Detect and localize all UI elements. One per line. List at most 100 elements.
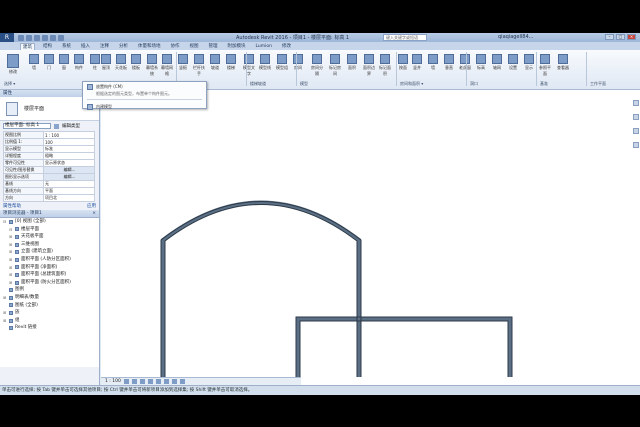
property-value[interactable]: 1 : 100 [43, 131, 95, 139]
expand-toggle-icon[interactable]: ⊞ [9, 279, 13, 287]
tab-1[interactable]: 结构 [41, 43, 54, 49]
tab-10[interactable]: 附加模块 [226, 43, 248, 49]
ramp-button[interactable]: 坡道 [208, 54, 222, 71]
ceiling-button[interactable]: 天花板 [114, 54, 128, 71]
grid-button[interactable]: 轴网 [490, 54, 504, 71]
tab-9[interactable]: 管理 [207, 43, 220, 49]
wall-button[interactable]: 墙 [27, 54, 41, 71]
roof-button[interactable]: 屋顶 [99, 54, 113, 71]
drawing-area[interactable] [101, 90, 640, 385]
view-scale[interactable]: 1 : 100 [105, 379, 121, 384]
tree-item[interactable]: ⊞ 面积平面 (防火分区面积) [0, 279, 99, 287]
stair-button[interactable]: 楼梯 [224, 54, 238, 71]
crop-view-icon[interactable] [155, 379, 161, 384]
application-menu-button[interactable]: R [0, 33, 14, 42]
shaft-button[interactable]: 竖井 [410, 54, 424, 71]
expand-toggle-icon[interactable]: ⊞ [3, 317, 7, 325]
tree-item[interactable]: ⊞ 明细表/数量 [0, 294, 99, 302]
property-value[interactable]: 粗略 [43, 152, 95, 160]
tab-6[interactable]: 体量和场地 [136, 43, 163, 49]
dormer-button[interactable]: 老虎窗 [458, 54, 472, 71]
ref-plane-button[interactable]: 参照平面 [538, 54, 552, 77]
tab-11[interactable]: Lumion [254, 44, 275, 49]
property-value[interactable]: 编辑... [43, 166, 95, 174]
expand-toggle-icon[interactable]: ⊞ [9, 256, 13, 264]
user-account[interactable]: qiaqiagell84... [498, 34, 533, 40]
floor-button[interactable]: 楼板 [129, 54, 143, 71]
apply-button[interactable]: 应用 [87, 203, 96, 209]
measure-icon[interactable] [58, 34, 64, 41]
vertical-button[interactable]: 垂直 [442, 54, 456, 71]
room-separator-button[interactable]: 房间分隔 [310, 54, 324, 77]
door-button[interactable]: 门 [42, 54, 56, 71]
tree-item[interactable]: ⊟ [0] 视图 (全部) [0, 218, 99, 226]
tree-item[interactable]: ⊞ 立面 (建筑立面) [0, 248, 99, 256]
opening-wall-button[interactable]: 墙 [426, 54, 440, 71]
tree-item[interactable]: ⊞ 三维视图 [0, 241, 99, 249]
undo-icon[interactable] [34, 34, 40, 41]
expand-toggle-icon[interactable]: ⊞ [9, 264, 13, 272]
redo-icon[interactable] [42, 34, 48, 41]
ribbon-panel-label[interactable]: 工作平面 [590, 81, 606, 87]
property-value[interactable]: 项目北 [43, 194, 95, 202]
tab-4[interactable]: 注释 [98, 43, 111, 49]
modify-button[interactable]: 修改 [6, 54, 20, 75]
tab-2[interactable]: 系统 [60, 43, 73, 49]
tree-item[interactable]: ⊞ 面积平面 (人防分区面积) [0, 256, 99, 264]
area-boundary-button[interactable]: 面积边界 [362, 54, 376, 77]
properties-help-link[interactable]: 属性帮助 [3, 203, 21, 209]
menu-item-model-in-place[interactable]: 内建模型 [83, 102, 206, 112]
tag-room-button[interactable]: 标记房间 [328, 54, 342, 77]
model-line-button[interactable]: 模型线 [258, 54, 272, 71]
show-button[interactable]: 显示 [522, 54, 536, 71]
save-icon[interactable] [26, 34, 32, 41]
tree-item[interactable]: 图纸 (全部) [0, 302, 99, 310]
room-button[interactable]: 房间 [291, 54, 305, 71]
maximize-button[interactable]: □ [616, 34, 625, 40]
full-navigation-wheel-icon[interactable] [633, 100, 639, 106]
component-button[interactable]: 构件 [72, 54, 86, 71]
ribbon-panel-label[interactable]: 房间和面积 ▾ [400, 81, 423, 87]
viewer-button[interactable]: 查看器 [556, 54, 570, 71]
orbit-icon[interactable] [633, 142, 639, 148]
temporary-hide-icon[interactable] [171, 379, 177, 384]
edit-type-button[interactable]: 编辑类型 [62, 123, 80, 129]
tree-item[interactable]: Revit 链接 [0, 324, 99, 332]
visual-style-icon[interactable] [131, 379, 137, 384]
model-group-button[interactable]: 模型组 [275, 54, 289, 71]
tab-0[interactable]: 建筑 [20, 42, 35, 50]
search-input[interactable]: 键入关键字或短语 [383, 34, 427, 41]
tree-item[interactable]: 图例 [0, 286, 99, 294]
expand-toggle-icon[interactable]: ⊞ [3, 294, 7, 302]
property-value[interactable]: 无 [43, 180, 95, 188]
expand-toggle-icon[interactable]: ⊞ [9, 271, 13, 279]
print-icon[interactable] [50, 34, 56, 41]
expand-toggle-icon[interactable]: ⊞ [9, 233, 13, 241]
ribbon-panel-label[interactable]: 模型 [300, 81, 308, 87]
by-face-button[interactable]: 按面 [396, 54, 410, 71]
tree-item[interactable]: ⊞ 组 [0, 317, 99, 325]
ribbon-panel-label[interactable]: 洞口 [470, 81, 478, 87]
property-value[interactable]: 显示原状态 [43, 159, 95, 167]
property-value[interactable]: 100 [43, 138, 95, 146]
expand-toggle-icon[interactable]: ⊟ [9, 226, 13, 234]
mullion-button[interactable]: 竖梃 [176, 54, 190, 71]
level-button[interactable]: 标高 [474, 54, 488, 71]
ribbon-panel-label[interactable]: 楼梯坡道 [250, 81, 266, 87]
expand-toggle-icon[interactable]: ⊞ [9, 241, 13, 249]
tree-item[interactable]: ⊞ 面积平面 (净面积) [0, 264, 99, 272]
tag-area-button[interactable]: 标记面积 [378, 54, 392, 77]
tab-7[interactable]: 协作 [169, 43, 182, 49]
property-value[interactable]: 平面 [43, 187, 95, 195]
pan-icon[interactable] [633, 128, 639, 134]
detail-level-icon[interactable] [123, 379, 129, 384]
tab-8[interactable]: 视图 [188, 43, 201, 49]
expand-toggle-icon[interactable]: ⊞ [3, 309, 7, 317]
property-value[interactable]: 标准 [43, 145, 95, 153]
railing-button[interactable]: 栏杆扶手 [192, 54, 206, 77]
expand-toggle-icon[interactable]: ⊞ [9, 248, 13, 256]
close-icon[interactable]: × [92, 210, 96, 217]
ribbon-panel-label[interactable]: 选择 ▾ [4, 81, 15, 87]
tree-item[interactable]: ⊞ 天花板平面 [0, 233, 99, 241]
show-crop-region-icon[interactable] [163, 379, 169, 384]
